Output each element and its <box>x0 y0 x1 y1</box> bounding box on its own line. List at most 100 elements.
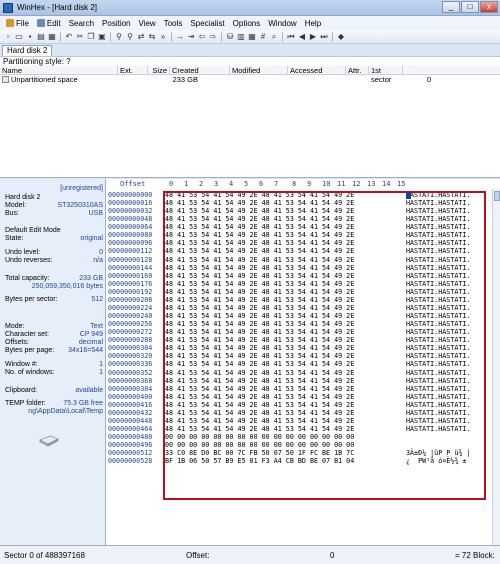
prev-icon[interactable]: ◀ <box>297 32 307 42</box>
properties-icon[interactable]: ▦ <box>47 32 57 42</box>
row-created <box>200 75 260 84</box>
paste-icon[interactable]: ▣ <box>97 32 107 42</box>
col-attr[interactable]: Attr. <box>346 66 369 75</box>
hex-offset: 00000000080 <box>108 231 153 240</box>
forward-icon[interactable]: ⇨ <box>208 32 218 42</box>
hex-column-header: Offset 0 1 2 3 4 5 6 7 8 9 10 11 12 13 14 15 <box>106 179 500 189</box>
find-hex-icon[interactable]: ⚲ <box>125 32 135 42</box>
col-created[interactable]: Created <box>170 66 230 75</box>
bytes-per-page-row: Bytes per page: 34x16=544 <box>5 347 103 354</box>
col-modified[interactable]: Modified <box>230 66 288 75</box>
menu-tools[interactable]: Tools <box>160 19 187 28</box>
open-disk-icon[interactable]: ⛁ <box>225 32 235 42</box>
status-offset-value: 0 <box>330 551 335 560</box>
model-row: Model: ST3250310AS <box>5 202 103 209</box>
hex-offset: 00000000496 <box>108 441 153 450</box>
save-icon[interactable]: ▪ <box>25 32 35 42</box>
hex-offset: 00000000352 <box>108 368 153 377</box>
hex-col-header: 14 <box>382 180 391 188</box>
toolbar: ▫ ▭ ▪ ▤ ▦ ↶ ✂ ❐ ▣ ⚲ ⚲ ⇄ ⇆» → ⇥ ⇦ ⇨ ⛁ ▥ ▦ # ⌕ ⏮ ◀ ▶ ⏭ ◆ <box>0 30 500 44</box>
hex-col-header: 9 <box>307 180 312 188</box>
device-name: Hard disk 2 <box>5 194 41 201</box>
back-icon[interactable]: ⇦ <box>197 32 207 42</box>
close-button[interactable]: x <box>480 1 498 13</box>
hex-col-header: 4 <box>229 180 234 188</box>
goto-sector-icon[interactable]: ⇥ <box>186 32 196 42</box>
cut-icon[interactable]: ✂ <box>75 32 85 42</box>
hex-offset: 00000000448 <box>108 416 153 425</box>
ram-icon[interactable]: ▥ <box>236 32 246 42</box>
status-offset-label: Offset: <box>186 551 210 560</box>
hex-offset: 00000000208 <box>108 295 153 304</box>
hex-editor[interactable]: Offset 0 1 2 3 4 5 6 7 8 9 10 11 12 13 14 15 0000000000… <box>106 179 500 545</box>
hex-cursor <box>406 192 411 199</box>
row-ext <box>118 75 148 84</box>
edit-mode-title: Default Edit Mode <box>5 227 61 234</box>
hex-col-header: 7 <box>274 180 279 188</box>
find-next-icon[interactable]: » <box>158 32 168 42</box>
hex-offset: 00000000224 <box>108 303 153 312</box>
num-windows-row: No. of windows: 1 <box>5 369 103 376</box>
offset-header: Offset <box>120 180 146 188</box>
hex-col-header: 12 <box>352 180 361 188</box>
unregistered-label: [unregistered] <box>60 185 103 192</box>
toolbar-separator <box>332 31 333 42</box>
tab-hard-disk-2[interactable]: Hard disk 2 <box>2 45 53 56</box>
calculator-icon[interactable]: ▦ <box>247 32 257 42</box>
first-sector-icon[interactable]: ⏮ <box>286 32 296 42</box>
print-icon[interactable]: ▤ <box>36 32 46 42</box>
col-ext[interactable]: Ext. <box>118 66 148 75</box>
vertical-scrollbar[interactable] <box>492 189 500 545</box>
undo-level-row: Undo level: 0 <box>5 249 103 256</box>
undo-icon[interactable]: ↶ <box>64 32 74 42</box>
winhex-app-icon <box>3 2 13 13</box>
col-accessed[interactable]: Accessed <box>288 66 346 75</box>
hex-offset: 00000000256 <box>108 320 153 329</box>
toolbar-separator <box>110 31 111 42</box>
replace-icon[interactable]: ⇄ <box>136 32 146 42</box>
bytes-per-sector-row: Bytes per sector: 512 <box>5 296 103 303</box>
selection-highlight <box>163 191 486 500</box>
find-icon[interactable]: ⚲ <box>114 32 124 42</box>
col-size[interactable]: Size <box>148 66 170 75</box>
scroll-thumb[interactable] <box>494 191 500 201</box>
menu-view[interactable]: View <box>135 19 160 28</box>
undo-reverses-row: Undo reverses: n/a <box>5 257 103 264</box>
hex-offset: 00000000400 <box>108 392 153 401</box>
toolbar-separator <box>221 31 222 42</box>
menu-window[interactable]: Window <box>264 19 300 28</box>
menu-file[interactable]: File <box>2 19 33 28</box>
hash-icon[interactable]: # <box>258 32 268 42</box>
menu-search[interactable]: Search <box>65 19 98 28</box>
hex-offset: 00000000432 <box>108 408 153 417</box>
menu-help[interactable]: Help <box>301 19 325 28</box>
replace-hex-icon[interactable]: ⇆ <box>147 32 157 42</box>
state-row: State: original <box>5 235 103 242</box>
last-sector-icon[interactable]: ⏭ <box>319 32 329 42</box>
col-name[interactable]: Name <box>0 66 118 75</box>
hex-offset: 00000000096 <box>108 239 153 248</box>
disk-tools-icon[interactable]: ◆ <box>336 32 346 42</box>
hex-col-header: 5 <box>244 180 249 188</box>
menu-specialist[interactable]: Specialist <box>186 19 228 28</box>
menu-bar: File Edit Search Position View Tools Spe… <box>0 16 500 30</box>
status-block: = 72 Block: <box>455 551 495 560</box>
col-first-sector[interactable]: 1st sector <box>369 66 403 84</box>
status-sector: Sector 0 of 488397168 <box>4 551 85 560</box>
open-icon[interactable]: ▭ <box>14 32 24 42</box>
menu-position[interactable]: Position <box>98 19 134 28</box>
goto-offset-icon[interactable]: → <box>175 32 185 42</box>
menu-edit[interactable]: Edit <box>33 19 65 28</box>
hex-offset: 00000000480 <box>108 433 153 442</box>
copy-icon[interactable]: ❐ <box>86 32 96 42</box>
new-file-icon[interactable]: ▫ <box>3 32 13 42</box>
minimize-button[interactable]: _ <box>442 1 460 13</box>
hex-offset: 00000000112 <box>108 247 153 256</box>
table-row[interactable]: Unpartitioned space 233 GB 0 <box>0 75 500 84</box>
clipboard-row: Clipboard: available <box>5 387 103 394</box>
maximize-button[interactable]: □ <box>461 1 479 13</box>
menu-options[interactable]: Options <box>229 19 265 28</box>
search-text-icon[interactable]: ⌕ <box>269 32 279 42</box>
hex-offset: 00000000384 <box>108 384 153 393</box>
next-icon[interactable]: ▶ <box>308 32 318 42</box>
